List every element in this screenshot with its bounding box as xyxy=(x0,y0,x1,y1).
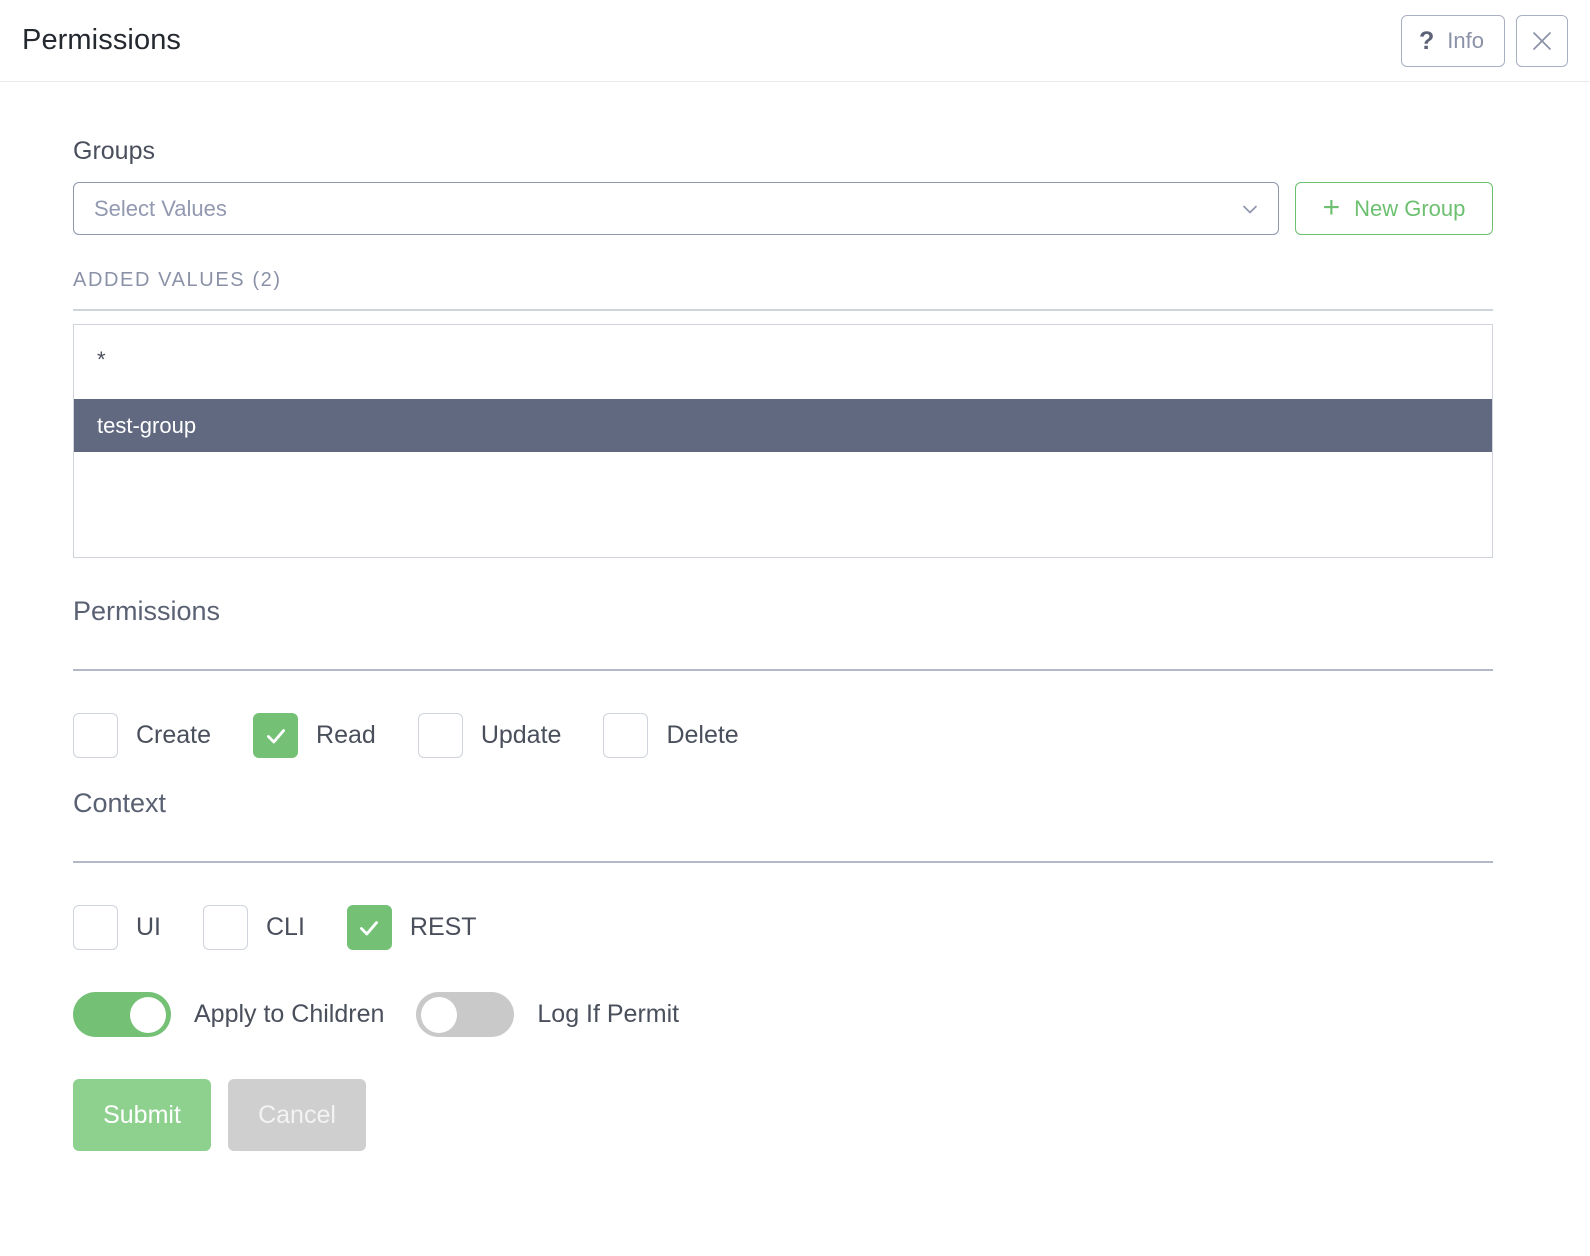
added-values-list[interactable]: * test-group xyxy=(73,324,1493,558)
checkbox-label: UI xyxy=(136,913,161,941)
toggle-knob xyxy=(421,996,458,1033)
checkbox-box[interactable] xyxy=(346,905,392,950)
checkbox-create[interactable]: Create xyxy=(73,713,253,758)
toggle-label: Log If Permit xyxy=(537,1000,680,1028)
toggle-apply-to-children[interactable]: Apply to Children xyxy=(73,992,416,1037)
close-x-icon xyxy=(1530,29,1554,53)
added-values-heading: ADDED VALUES (2) xyxy=(73,269,1493,311)
checkbox-label: REST xyxy=(409,913,477,941)
list-item-label: * xyxy=(97,347,106,372)
groups-select[interactable]: Select Values xyxy=(73,182,1279,235)
toggle-switch[interactable] xyxy=(73,992,171,1037)
list-item-label: test-group xyxy=(97,412,197,438)
checkbox-rest[interactable]: REST xyxy=(346,905,519,950)
checkbox-read[interactable]: Read xyxy=(253,713,418,758)
permissions-checkbox-row: Create Read Update Delete xyxy=(73,713,1493,758)
submit-button[interactable]: Submit xyxy=(73,1079,211,1151)
toggle-switch[interactable] xyxy=(416,992,515,1037)
permissions-section-title: Permissions xyxy=(73,596,221,626)
checkbox-box[interactable] xyxy=(603,713,649,758)
checkbox-box[interactable] xyxy=(417,713,463,758)
checkbox-ui[interactable]: UI xyxy=(73,905,203,950)
checkbox-update[interactable]: Update xyxy=(417,713,604,758)
plus-icon: + xyxy=(1322,190,1341,224)
info-button-label: Info xyxy=(1447,27,1484,53)
checkbox-box[interactable] xyxy=(203,905,248,950)
permissions-divider xyxy=(73,669,1493,671)
checkbox-label: CLI xyxy=(266,913,305,941)
checkbox-cli[interactable]: CLI xyxy=(203,905,347,950)
context-toggle-row: Apply to Children Log If Permit xyxy=(73,992,1493,1037)
close-button[interactable] xyxy=(1516,14,1568,67)
modal-header: Permissions ? Info xyxy=(0,0,1590,82)
checkbox-box[interactable] xyxy=(73,713,118,758)
checkbox-box[interactable] xyxy=(253,713,299,758)
toggle-label: Apply to Children xyxy=(194,1000,385,1028)
toggle-knob xyxy=(130,996,166,1033)
modal-body: Groups Select Values + New Group ADDED V… xyxy=(0,82,1590,1151)
groups-select-placeholder: Select Values xyxy=(94,195,227,221)
question-mark-icon: ? xyxy=(1419,27,1435,55)
checkbox-label: Delete xyxy=(666,721,739,749)
list-item[interactable]: * xyxy=(74,334,1492,386)
new-group-button-label: New Group xyxy=(1354,195,1466,221)
groups-label: Groups xyxy=(73,137,155,165)
chevron-down-icon xyxy=(1238,197,1262,221)
context-checkbox-row: UI CLI REST xyxy=(73,905,1493,950)
checkbox-label: Create xyxy=(136,721,212,749)
checkbox-label: Read xyxy=(316,721,376,749)
context-section-title: Context xyxy=(73,788,167,818)
page-title: Permissions xyxy=(22,24,182,56)
list-item[interactable]: test-group xyxy=(74,399,1492,452)
context-divider xyxy=(73,861,1493,863)
info-button[interactable]: ? Info xyxy=(1401,14,1505,67)
checkbox-delete[interactable]: Delete xyxy=(603,713,780,758)
groups-row: Select Values + New Group xyxy=(73,182,1493,235)
header-actions: ? Info xyxy=(1401,14,1568,67)
footer-button-row: Submit Cancel xyxy=(73,1079,1493,1151)
new-group-button[interactable]: + New Group xyxy=(1295,182,1493,235)
toggle-log-if-permit[interactable]: Log If Permit xyxy=(416,992,711,1037)
cancel-button[interactable]: Cancel xyxy=(228,1079,366,1151)
checkbox-label: Update xyxy=(480,721,562,749)
checkbox-box[interactable] xyxy=(73,905,118,950)
